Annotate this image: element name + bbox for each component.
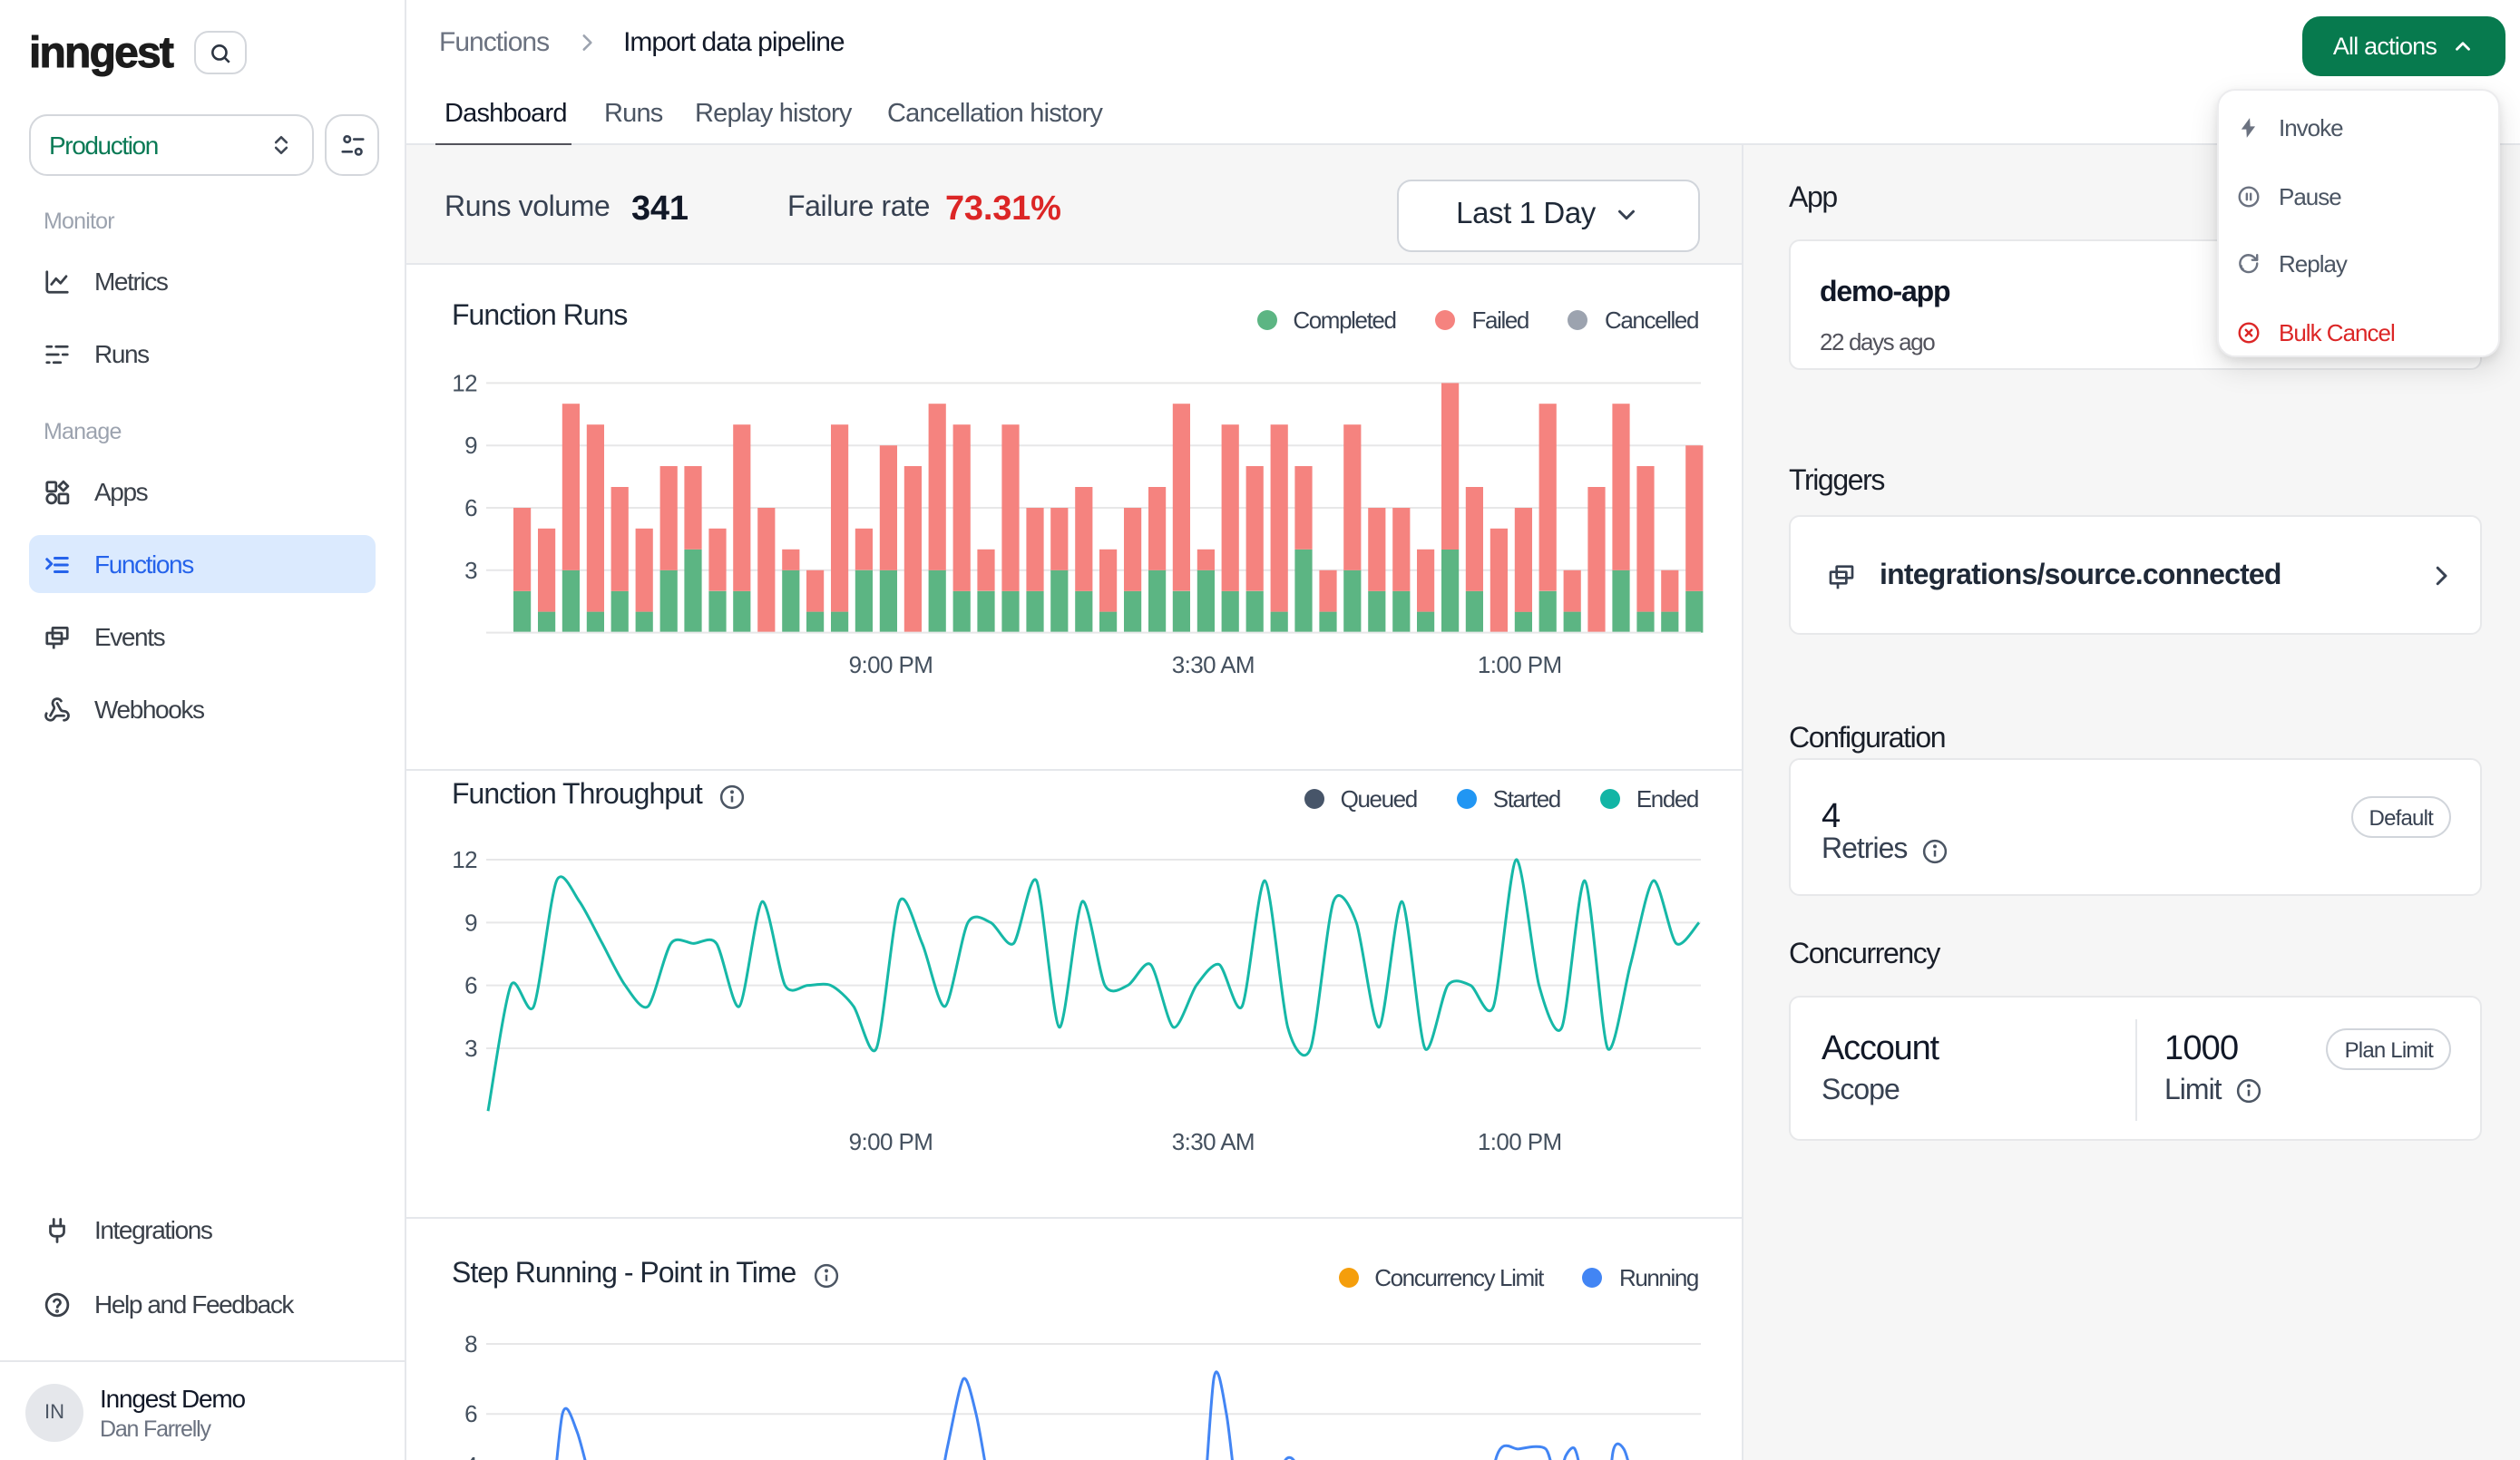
svg-text:9: 9 bbox=[464, 909, 477, 936]
svg-text:8: 8 bbox=[464, 1330, 477, 1358]
svg-text:12: 12 bbox=[452, 369, 477, 396]
svg-text:3: 3 bbox=[464, 557, 477, 584]
svg-text:12: 12 bbox=[452, 846, 477, 873]
svg-text:9:00 PM: 9:00 PM bbox=[849, 1128, 933, 1155]
svg-text:9:00 PM: 9:00 PM bbox=[849, 651, 933, 678]
svg-text:6: 6 bbox=[464, 972, 477, 999]
svg-text:4: 4 bbox=[464, 1452, 477, 1460]
svg-text:9: 9 bbox=[464, 432, 477, 459]
svg-text:1:00 PM: 1:00 PM bbox=[1478, 651, 1562, 678]
svg-text:3:30 AM: 3:30 AM bbox=[1172, 1128, 1255, 1155]
svg-text:3:30 AM: 3:30 AM bbox=[1172, 651, 1255, 678]
svg-text:3: 3 bbox=[464, 1035, 477, 1062]
svg-text:6: 6 bbox=[464, 494, 477, 521]
svg-text:6: 6 bbox=[464, 1400, 477, 1427]
svg-text:1:00 PM: 1:00 PM bbox=[1478, 1128, 1562, 1155]
